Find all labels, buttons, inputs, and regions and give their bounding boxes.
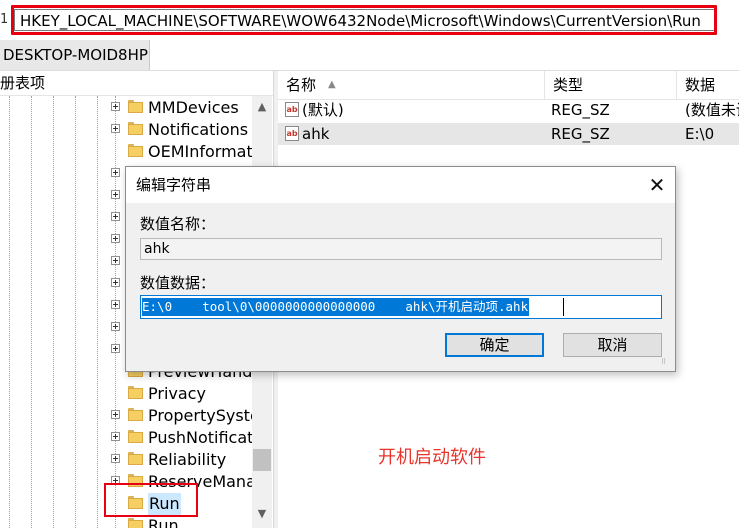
tree-item[interactable]: MMDevices	[0, 97, 252, 119]
tree-item-label: Privacy	[148, 384, 206, 403]
ok-button[interactable]: 确定	[445, 333, 544, 357]
folder-icon	[128, 518, 143, 528]
folder-icon	[128, 408, 143, 421]
value-type: REG_SZ	[551, 125, 610, 143]
folder-icon	[128, 122, 143, 135]
expand-plus-icon[interactable]	[111, 344, 120, 353]
expand-plus-icon[interactable]	[111, 168, 120, 177]
value-name-field: ahk	[140, 238, 662, 260]
dialog-title: 编辑字符串	[136, 176, 212, 194]
tree-item[interactable]: PushNotificati	[0, 427, 258, 449]
tree-item[interactable]: Reliability	[0, 449, 252, 471]
expand-plus-icon[interactable]	[111, 124, 120, 133]
value-type: REG_SZ	[551, 101, 610, 119]
tree-item-label: Reliability	[148, 450, 227, 469]
value-data-text: E:\0 tool\0\0000000000000000 ahk\开机启动项.a…	[142, 298, 530, 316]
scroll-down-arrow-icon[interactable]: ▼	[252, 504, 272, 524]
column-header-type[interactable]: 类型	[545, 71, 677, 99]
column-name-label: 名称	[286, 76, 317, 94]
expand-plus-icon[interactable]	[111, 256, 120, 265]
tree-item[interactable]: OEMInformati	[0, 141, 257, 163]
expand-plus-icon[interactable]	[111, 300, 120, 309]
value-data-field[interactable]: E:\0 tool\0\0000000000000000 ahk\开机启动项.a…	[140, 295, 662, 319]
folder-icon	[128, 452, 143, 465]
tree-header[interactable]: 册表项	[0, 71, 273, 96]
sort-ascending-icon: ▲	[328, 79, 336, 90]
text-caret	[563, 298, 564, 316]
tree-item-label: PropertySyste	[148, 406, 260, 425]
value-name-label: 数值名称：	[140, 215, 216, 233]
tree-item-label: MMDevices	[148, 98, 239, 117]
scroll-up-arrow-icon[interactable]: ▲	[252, 97, 272, 117]
list-row[interactable]: ab (默认) REG_SZ (数值未设	[278, 99, 739, 121]
value-data-label: 数值数据：	[140, 274, 216, 292]
expand-plus-icon[interactable]	[111, 102, 120, 111]
string-value-icon: ab	[285, 102, 299, 117]
dialog-titlebar[interactable]: 编辑字符串 ✕	[126, 167, 675, 203]
folder-icon	[128, 144, 143, 157]
value-data: E:\0	[685, 125, 715, 143]
value-data: (数值未设	[685, 101, 739, 119]
resize-grip-icon[interactable]: ⠿	[661, 359, 671, 370]
column-header-name[interactable]: 名称 ▲	[278, 71, 545, 99]
value-name: ahk	[302, 125, 330, 143]
expand-plus-icon[interactable]	[111, 190, 120, 199]
address-highlight-box	[11, 5, 717, 35]
tab-computer[interactable]: DESKTOP-MOID8HP	[0, 40, 150, 70]
value-name: (默认)	[302, 101, 344, 119]
column-header-data[interactable]: 数据	[677, 71, 739, 99]
edit-string-dialog: 编辑字符串 ✕ 数值名称： ahk 数值数据： E:\0 tool\0\0000…	[125, 166, 676, 372]
tree-item-label: OEMInformati	[148, 142, 258, 161]
folder-icon	[128, 386, 143, 399]
list-row-selected[interactable]: ab ahk REG_SZ E:\0	[278, 123, 739, 145]
expand-plus-icon[interactable]	[111, 212, 120, 221]
run-highlight-box	[104, 483, 198, 517]
close-icon[interactable]: ✕	[646, 173, 668, 197]
expand-plus-icon[interactable]	[111, 454, 120, 463]
cancel-button[interactable]: 取消	[563, 333, 662, 357]
expand-plus-icon[interactable]	[111, 278, 120, 287]
folder-icon	[128, 430, 143, 443]
scroll-thumb[interactable]	[253, 449, 271, 471]
tree-item[interactable]: Privacy	[0, 383, 252, 405]
annotation-caption: 开机启动软件	[378, 447, 486, 468]
tree-item-label: Notifications	[148, 120, 249, 139]
folder-icon	[128, 100, 143, 113]
list-header: 名称 ▲ 类型 数据	[278, 71, 739, 100]
expand-plus-icon[interactable]	[111, 432, 120, 441]
string-value-icon: ab	[285, 126, 299, 141]
tree-item-label: PushNotificati	[148, 428, 258, 447]
expand-plus-icon[interactable]	[111, 234, 120, 243]
address-bar: 1 HKEY_LOCAL_MACHINE\SOFTWARE\WOW6432Nod…	[0, 0, 739, 41]
expand-plus-icon[interactable]	[111, 322, 120, 331]
tree-item[interactable]: PropertySyste	[0, 405, 260, 427]
tree-item[interactable]: Notifications	[0, 119, 252, 141]
expand-plus-icon[interactable]	[111, 410, 120, 419]
